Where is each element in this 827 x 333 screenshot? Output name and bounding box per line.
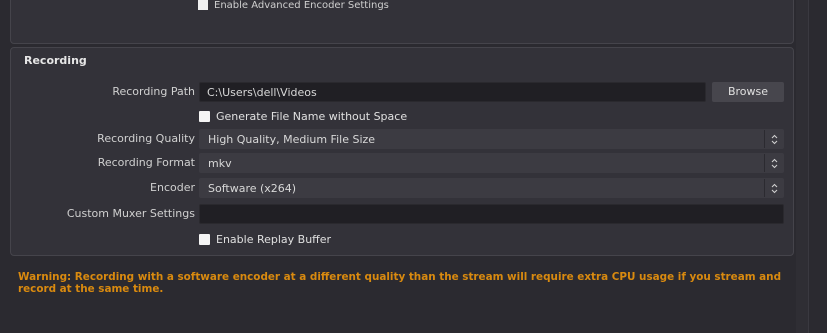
window-edge [808,0,827,333]
advanced-encoder-label: Enable Advanced Encoder Settings [214,0,389,11]
encoder-label: Encoder [150,181,195,194]
encoder-row: Encoder Software (x264) [11,178,793,198]
recording-quality-value: High Quality, Medium File Size [208,133,376,146]
replay-buffer-row[interactable]: Enable Replay Buffer [199,231,331,247]
generate-filename-label: Generate File Name without Space [216,109,408,123]
custom-muxer-row: Custom Muxer Settings [11,204,793,224]
chevron-updown-icon[interactable] [764,179,783,197]
generate-filename-checkbox[interactable] [199,110,210,122]
replay-buffer-label: Enable Replay Buffer [216,232,332,246]
recording-quality-label: Recording Quality [97,132,195,145]
recording-format-row: Recording Format mkv [11,153,793,173]
generate-filename-row[interactable]: Generate File Name without Space [199,108,407,124]
recording-path-row: Recording Path C:\Users\dell\Videos Brow… [11,82,793,102]
browse-button[interactable]: Browse [712,82,784,102]
recording-group: Recording Recording Path C:\Users\dell\V… [10,47,794,256]
recording-quality-row: Recording Quality High Quality, Medium F… [11,129,793,149]
advanced-encoder-row[interactable]: Enable Advanced Encoder Settings [198,0,389,11]
recording-format-label: Recording Format [97,156,195,169]
scrollbar-track[interactable] [796,0,808,333]
cpu-usage-warning: Warning: Recording with a software encod… [18,271,782,295]
recording-path-input[interactable]: C:\Users\dell\Videos [199,82,706,102]
custom-muxer-input[interactable] [199,204,784,224]
recording-format-value: mkv [208,157,232,170]
replay-buffer-checkbox[interactable] [199,233,210,245]
recording-group-title: Recording [24,54,87,67]
chevron-updown-icon[interactable] [764,130,783,148]
output-settings-page: Enable Advanced Encoder Settings Recordi… [0,0,827,333]
chevron-updown-icon[interactable] [764,154,783,172]
streaming-group-panel: Enable Advanced Encoder Settings [10,0,794,44]
recording-quality-select[interactable]: High Quality, Medium File Size [199,129,784,149]
encoder-value: Software (x264) [208,182,297,195]
custom-muxer-label: Custom Muxer Settings [66,207,195,220]
recording-path-label: Recording Path [112,85,195,98]
advanced-encoder-checkbox[interactable] [198,0,208,10]
encoder-select[interactable]: Software (x264) [199,178,784,198]
recording-format-select[interactable]: mkv [199,153,784,173]
